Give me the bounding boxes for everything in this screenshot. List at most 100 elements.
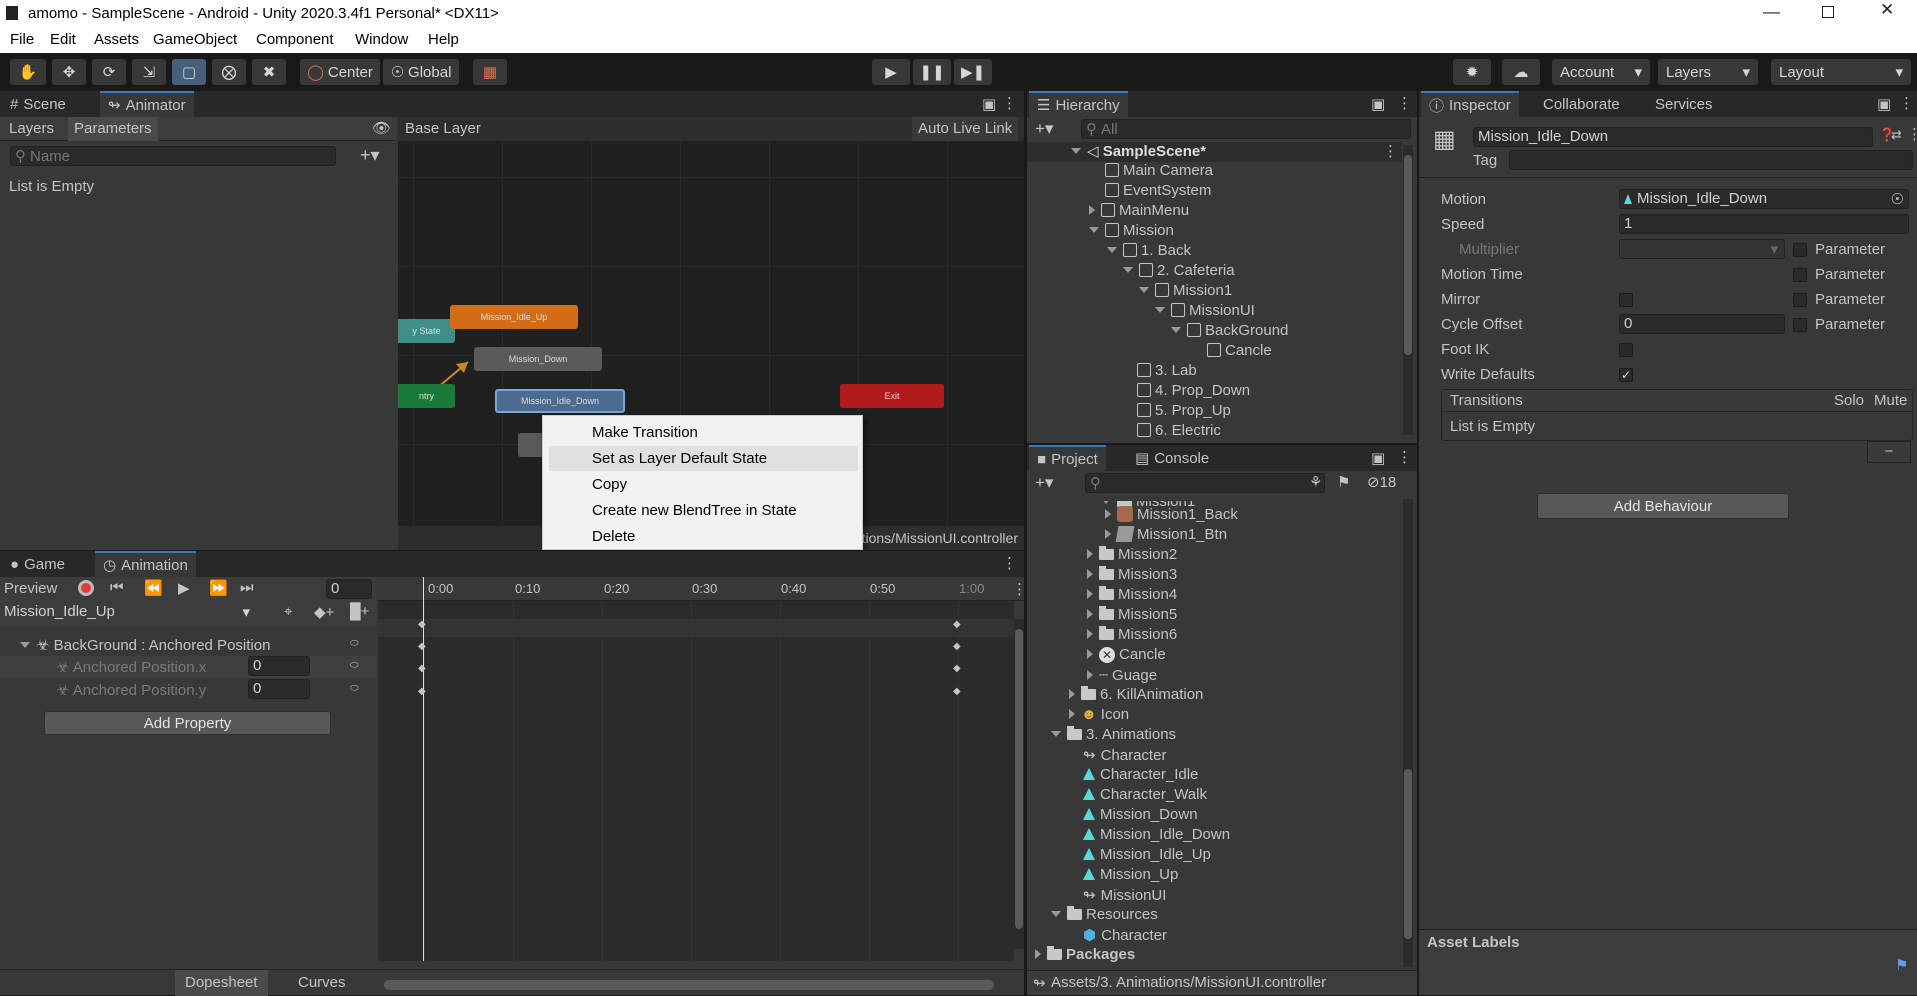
motion-field[interactable]: Mission_Idle_Down ☉ <box>1619 189 1909 209</box>
write-defaults-checkbox[interactable]: ✓ <box>1619 368 1633 382</box>
menu-create-blendtree[interactable]: Create new BlendTree in State <box>549 498 858 523</box>
project-item[interactable]: Mission1_Back <box>1105 506 1238 523</box>
keyframe-marker[interactable]: ◆ <box>953 686 961 697</box>
lock-icon[interactable]: ▣ <box>1877 95 1891 113</box>
last-frame-button[interactable]: ⏭ <box>240 579 254 596</box>
motion-time-parameter-checkbox[interactable] <box>1793 268 1807 282</box>
project-search-input[interactable]: ⚲ <box>1085 473 1325 493</box>
playhead[interactable] <box>423 577 424 961</box>
component-menu-icon[interactable]: ⋮ <box>1907 125 1917 143</box>
hierarchy-search-input[interactable]: ⚲ All <box>1081 119 1411 139</box>
keyframe-marker[interactable]: ◆ <box>418 663 426 674</box>
more-options-icon[interactable]: ⋮ <box>1397 94 1412 112</box>
type-filter-button-icon[interactable]: ⚘ <box>1309 473 1322 491</box>
menu-assets[interactable]: Assets <box>94 31 139 48</box>
layers-dropdown[interactable]: Layers ▾ <box>1658 59 1758 85</box>
custom-tool-icon[interactable]: ✖ <box>252 59 286 85</box>
project-item[interactable]: Mission5 <box>1087 606 1177 623</box>
move-tool-icon[interactable]: ✥ <box>52 59 86 85</box>
foot-ik-checkbox[interactable] <box>1619 343 1633 357</box>
tab-console[interactable]: ▤ Console <box>1127 445 1217 471</box>
eye-icon[interactable]: 👁 <box>372 119 391 137</box>
horizontal-scrollbar[interactable] <box>384 980 994 990</box>
tab-parameters[interactable]: Parameters <box>68 117 158 141</box>
project-item[interactable]: Mission_Up <box>1083 866 1178 883</box>
close-icon[interactable]: ✕ <box>1880 0 1894 20</box>
project-item[interactable]: Mission4 <box>1087 586 1177 603</box>
project-item[interactable]: ┄ Guage <box>1087 666 1157 684</box>
property-key-icon[interactable]: ⬭ <box>350 660 359 671</box>
tab-game[interactable]: ● Game <box>2 551 73 577</box>
project-item[interactable]: ☻ Icon <box>1069 706 1129 723</box>
keyframe-marker[interactable]: ◆ <box>418 641 426 652</box>
hierarchy-item[interactable]: 1. Back <box>1107 242 1191 259</box>
more-options-icon[interactable]: ⋮ <box>1899 94 1914 112</box>
tab-scene[interactable]: # Scene <box>2 91 74 117</box>
project-item[interactable]: Mission6 <box>1087 626 1177 643</box>
group-key-icon[interactable]: ⬭ <box>350 638 359 649</box>
keyframe-marker[interactable]: ◆ <box>953 641 961 652</box>
parameter-search-input[interactable]: ⚲ Name <box>10 146 336 166</box>
project-item[interactable]: 6. KillAnimation <box>1069 686 1203 703</box>
hierarchy-item[interactable]: 6. Electric <box>1137 422 1221 439</box>
create-asset-button[interactable]: +▾ <box>1035 473 1053 493</box>
tab-hierarchy[interactable]: ☰ Hierarchy <box>1029 91 1128 117</box>
hierarchy-item[interactable]: 3. Lab <box>1137 362 1197 379</box>
cycle-offset-input[interactable]: 0 <box>1619 314 1785 334</box>
center-toggle-button[interactable]: ◯ Center <box>300 59 380 85</box>
add-property-button[interactable]: Add Property <box>44 711 331 735</box>
project-item[interactable]: Mission1_Btn <box>1105 526 1227 543</box>
tab-layers[interactable]: Layers <box>9 120 54 137</box>
preview-toggle[interactable]: Preview <box>4 580 57 597</box>
tab-animator[interactable]: ↬ Animator <box>100 91 194 117</box>
mission-idle-down-node[interactable]: Mission_Idle_Down <box>495 389 625 413</box>
project-item[interactable]: ↬ Character <box>1083 746 1166 764</box>
keyframe-marker[interactable]: ◆ <box>953 663 961 674</box>
add-event-icon[interactable]: █+ <box>350 603 369 620</box>
hierarchy-item[interactable]: MissionUI <box>1155 302 1255 319</box>
account-dropdown[interactable]: Account ▾ <box>1552 59 1650 85</box>
clip-dropdown[interactable]: Mission_Idle_Up ▾ <box>0 603 256 623</box>
tab-curves[interactable]: Curves <box>298 974 346 991</box>
exit-node[interactable]: Exit <box>840 384 944 408</box>
tab-dopesheet[interactable]: Dopesheet <box>175 970 268 996</box>
property-key-icon[interactable]: ⬭ <box>350 683 359 694</box>
lock-icon[interactable]: ▣ <box>1371 449 1385 467</box>
next-frame-button[interactable]: ⏩ <box>209 579 228 597</box>
transform-tool-icon[interactable]: ⨂ <box>212 59 246 85</box>
add-key-icon[interactable]: ◆+ <box>314 603 334 621</box>
menu-delete[interactable]: Delete <box>549 524 858 549</box>
mission-idle-up-node[interactable]: Mission_Idle_Up <box>450 305 578 329</box>
multiplier-dropdown[interactable]: ▾ <box>1619 239 1785 259</box>
project-item[interactable]: Character_Walk <box>1083 786 1207 803</box>
hierarchy-scrollbar[interactable] <box>1403 145 1413 435</box>
project-item[interactable]: Mission2 <box>1087 546 1177 563</box>
global-toggle-button[interactable]: ☉ Global <box>383 59 459 85</box>
more-options-icon[interactable]: ⋮ <box>1002 94 1017 112</box>
menu-edit[interactable]: Edit <box>50 31 76 48</box>
layout-dropdown[interactable]: Layout ▾ <box>1771 59 1911 85</box>
any-state-node[interactable]: y State <box>398 319 455 343</box>
state-name-input[interactable]: Mission_Idle_Down <box>1473 127 1873 147</box>
project-item[interactable]: ⬢ Character <box>1083 926 1167 944</box>
record-button[interactable] <box>78 580 94 596</box>
speed-input[interactable]: 1 <box>1619 214 1909 234</box>
create-button[interactable]: +▾ <box>1035 119 1053 139</box>
hand-tool-icon[interactable]: ✋ <box>10 59 46 85</box>
rect-tool-icon[interactable]: ▢ <box>172 59 206 85</box>
tag-input[interactable] <box>1509 150 1913 170</box>
menu-gameobject[interactable]: GameObject <box>153 31 237 48</box>
menu-make-transition[interactable]: Make Transition <box>549 420 858 445</box>
project-item[interactable]: ↬ MissionUI <box>1083 886 1166 904</box>
grid-snap-icon[interactable]: ▦ <box>473 59 507 85</box>
project-item[interactable]: Mission_Down <box>1083 806 1198 823</box>
property-y-input[interactable]: 0 <box>248 679 310 699</box>
hierarchy-item[interactable]: MainMenu <box>1089 202 1189 219</box>
project-item[interactable]: ✕ Cancle <box>1087 646 1166 663</box>
hierarchy-item[interactable]: EventSystem <box>1105 182 1211 199</box>
property-group[interactable]: ☣ BackGround : Anchored Position <box>20 636 270 654</box>
preset-icon[interactable]: ⇄ <box>1891 127 1902 143</box>
tab-project[interactable]: ■ Project <box>1029 445 1106 471</box>
first-frame-button[interactable]: ⏮ <box>110 579 124 596</box>
scene-options-icon[interactable]: ⋮ <box>1383 142 1398 160</box>
